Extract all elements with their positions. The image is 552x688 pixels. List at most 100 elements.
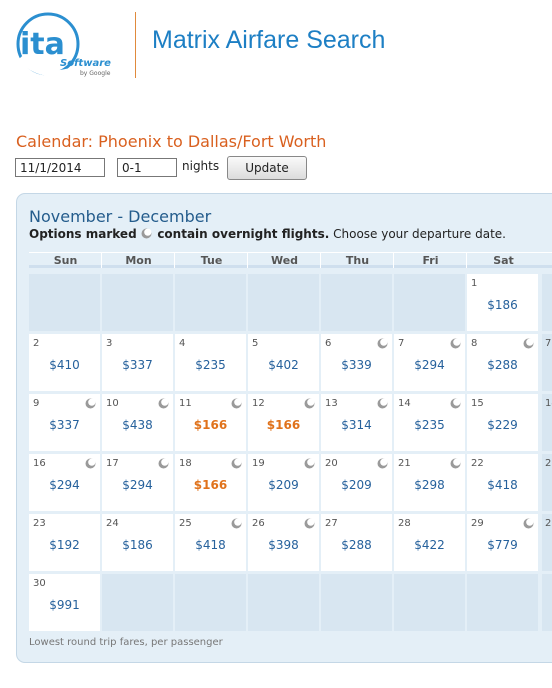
calendar-day-23[interactable]: 23 $192 — [29, 514, 100, 571]
calendar-day-8[interactable]: 8 $288 — [467, 334, 538, 391]
nights-input[interactable] — [117, 158, 177, 177]
day-number: 16 — [33, 458, 46, 469]
calendar-day-16[interactable]: 16 $294 — [29, 454, 100, 511]
calendar-day-27[interactable]: 27 $288 — [321, 514, 392, 571]
fare-price[interactable]: $209 — [248, 478, 319, 492]
calendar-day-13[interactable]: 13 $314 — [321, 394, 392, 451]
fare-price[interactable]: $779 — [467, 538, 538, 552]
calendar-day-9[interactable]: 9 $337 — [29, 394, 100, 451]
calendar-day-20[interactable]: 20 $209 — [321, 454, 392, 511]
calendar-day-2[interactable]: 2 $410 — [29, 334, 100, 391]
calendar-day-1[interactable]: 1 $186 — [467, 274, 538, 331]
weekday-separator — [466, 253, 467, 268]
fare-price[interactable]: $418 — [175, 538, 246, 552]
fare-price[interactable]: $288 — [321, 538, 392, 552]
calendar-day-29[interactable]: 29 $779 — [467, 514, 538, 571]
fare-price[interactable]: $337 — [102, 358, 173, 372]
day-number: 20 — [325, 458, 338, 469]
fare-price[interactable]: $186 — [102, 538, 173, 552]
fare-price[interactable]: $192 — [29, 538, 100, 552]
fare-price[interactable]: $294 — [29, 478, 100, 492]
fare-price[interactable]: $422 — [394, 538, 465, 552]
fare-price[interactable]: $398 — [248, 538, 319, 552]
lowest-fare-price[interactable]: $166 — [248, 418, 319, 432]
weekday-separator — [101, 253, 102, 268]
calendar-day-30[interactable]: 30 $991 — [29, 574, 100, 631]
fare-price[interactable]: $294 — [102, 478, 173, 492]
weekday-sun: Sun — [53, 254, 78, 267]
day-number: 25 — [179, 518, 192, 529]
next-month-day-number: 21 — [545, 458, 552, 469]
calendar-day-14[interactable]: 14 $235 — [394, 394, 465, 451]
calendar-day-11[interactable]: 11 $166 — [175, 394, 246, 451]
day-number: 29 — [471, 518, 484, 529]
day-number: 9 — [33, 398, 40, 409]
fare-price[interactable]: $229 — [467, 418, 538, 432]
day-number: 5 — [252, 338, 259, 349]
calendar-day-5[interactable]: 5 $402 — [248, 334, 319, 391]
month-title: November - December — [29, 207, 212, 226]
calendar-day-17[interactable]: 17 $294 — [102, 454, 173, 511]
header-divider — [135, 12, 136, 78]
fare-price[interactable]: $209 — [321, 478, 392, 492]
moon-icon — [450, 338, 461, 349]
day-number: 23 — [33, 518, 46, 529]
update-button[interactable]: Update — [227, 156, 307, 180]
calendar-day-22[interactable]: 22 $418 — [467, 454, 538, 511]
day-number: 8 — [471, 338, 478, 349]
calendar-day-26[interactable]: 26 $398 — [248, 514, 319, 571]
fare-price[interactable]: $337 — [29, 418, 100, 432]
fare-price[interactable]: $294 — [394, 358, 465, 372]
moon-icon — [304, 458, 315, 469]
moon-icon — [158, 458, 169, 469]
calendar-day-4[interactable]: 4 $235 — [175, 334, 246, 391]
fare-price[interactable]: $339 — [321, 358, 392, 372]
calendar-day-21[interactable]: 21 $298 — [394, 454, 465, 511]
fare-price[interactable]: $991 — [29, 598, 100, 612]
weekday-sat: Sat — [493, 254, 514, 267]
next-month-column-edge — [542, 574, 552, 631]
fare-price[interactable]: $438 — [102, 418, 173, 432]
calendar-day-19[interactable]: 19 $209 — [248, 454, 319, 511]
calendar-day-24[interactable]: 24 $186 — [102, 514, 173, 571]
calendar-day-6[interactable]: 6 $339 — [321, 334, 392, 391]
ita-software-logo[interactable]: ita Software by Google — [14, 8, 114, 80]
lowest-fare-price[interactable]: $166 — [175, 478, 246, 492]
day-number: 11 — [179, 398, 192, 409]
day-number: 17 — [106, 458, 119, 469]
calendar-cell-empty — [248, 274, 319, 331]
fare-price[interactable]: $418 — [467, 478, 538, 492]
moon-icon — [523, 338, 534, 349]
fare-price[interactable]: $402 — [248, 358, 319, 372]
fare-price[interactable]: $288 — [467, 358, 538, 372]
fare-price[interactable]: $410 — [29, 358, 100, 372]
fare-price[interactable]: $186 — [467, 298, 538, 312]
fare-price[interactable]: $298 — [394, 478, 465, 492]
calendar-day-10[interactable]: 10 $438 — [102, 394, 173, 451]
weekday-separator — [320, 253, 321, 268]
fare-price[interactable]: $314 — [321, 418, 392, 432]
fare-footnote: Lowest round trip fares, per passenger — [29, 637, 223, 648]
calendar-cell-empty — [321, 274, 392, 331]
calendar-day-12[interactable]: 12 $166 — [248, 394, 319, 451]
calendar-day-18[interactable]: 18 $166 — [175, 454, 246, 511]
moon-icon — [377, 398, 388, 409]
logo-brand: Software — [60, 58, 111, 69]
calendar-day-28[interactable]: 28 $422 — [394, 514, 465, 571]
weekday-separator — [247, 253, 248, 268]
calendar-cell-empty — [394, 274, 465, 331]
moon-icon — [377, 458, 388, 469]
fare-price[interactable]: $235 — [394, 418, 465, 432]
calendar-day-3[interactable]: 3 $337 — [102, 334, 173, 391]
calendar-day-15[interactable]: 15 $229 — [467, 394, 538, 451]
lowest-fare-price[interactable]: $166 — [175, 418, 246, 432]
fare-price[interactable]: $235 — [175, 358, 246, 372]
calendar-day-7[interactable]: 7 $294 — [394, 334, 465, 391]
day-number: 4 — [179, 338, 186, 349]
day-number: 6 — [325, 338, 332, 349]
calendar-cell-empty — [29, 274, 100, 331]
weekday-fri: Fri — [422, 254, 439, 267]
calendar-day-25[interactable]: 25 $418 — [175, 514, 246, 571]
departure-date-input[interactable] — [15, 158, 105, 177]
overnight-legend: Options marked contain overnight flights… — [29, 227, 506, 241]
